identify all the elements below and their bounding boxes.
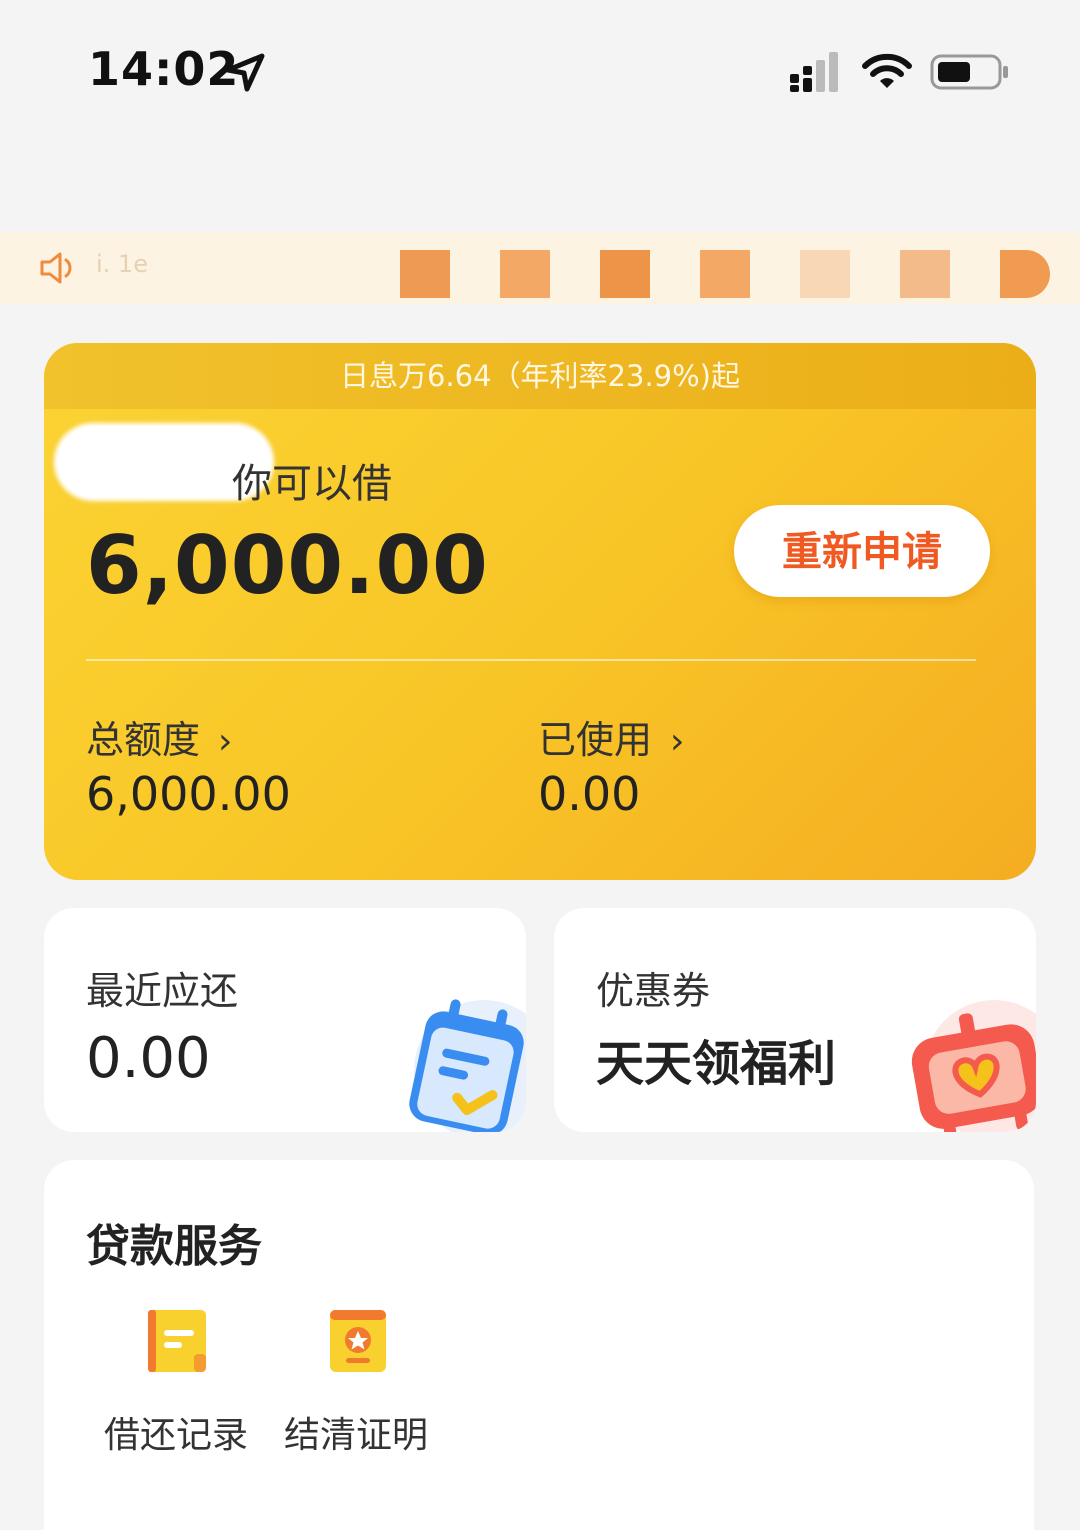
certificate-star-icon [330,1310,386,1372]
status-time: 14:02 [88,42,240,96]
card-divider [86,659,976,661]
announcement-text: i. 1e [96,250,148,278]
service-borrow-repay-records[interactable]: 借还记录 [86,1308,266,1458]
total-limit-link[interactable]: 总额度 › [86,709,232,764]
redacted-block [400,250,450,298]
redacted-block [1000,250,1050,298]
total-limit-label: 总额度 [86,718,201,762]
loan-services-title: 贷款服务 [86,1221,262,1272]
redacted-block [500,250,550,298]
speaker-icon [40,252,72,284]
service-label: 结清证明 [283,1415,428,1456]
record-book-icon [148,1310,206,1372]
can-borrow-label: 你可以借 [232,461,392,507]
heart-gift-icon [911,1000,1036,1132]
credit-limit-card: 日息万6.64（年利率23.9%)起 你可以借 6,000.00 重新申请 总额… [44,343,1036,880]
used-amount-label: 已使用 [538,718,653,762]
loan-services-section: 贷款服务 借还记录 结清证明 [44,1160,1034,1530]
announcement-bar[interactable]: i. 1e [0,232,1080,304]
calendar-check-icon [409,999,526,1132]
redacted-block [800,250,850,298]
cellular-signal-icon [790,52,838,92]
chevron-right-icon: › [670,721,685,762]
coupon-slogan: 天天领福利 [596,1036,837,1092]
used-amount-link[interactable]: 已使用 › [538,709,684,764]
redacted-block [700,250,750,298]
wifi-icon [862,53,912,88]
recent-repayment-card[interactable]: 最近应还 0.00 [44,908,526,1132]
redacted-block [900,250,950,298]
recent-repayment-title: 最近应还 [86,969,239,1013]
chevron-right-icon: › [218,721,233,762]
reapply-button[interactable]: 重新申请 [734,505,990,597]
location-arrow-icon [225,53,265,92]
service-settlement-certificate[interactable]: 结清证明 [266,1308,446,1458]
loan-home-screen: 14:02 i. 1e 日息万6.64（年利率23.9%)起 你可以借 6,00… [0,0,1080,1530]
total-limit-value: 6,000.00 [86,767,291,821]
available-amount: 6,000.00 [86,519,489,612]
status-bar: 14:02 [0,0,1080,140]
coupon-card[interactable]: 优惠券 天天领福利 [554,908,1036,1132]
used-amount-value: 0.00 [538,767,641,821]
coupon-title: 优惠券 [596,969,711,1013]
recent-repayment-value: 0.00 [86,1026,211,1091]
interest-rate-banner: 日息万6.64（年利率23.9%)起 [44,343,1036,409]
redacted-block [600,250,650,298]
battery-icon [930,54,1008,90]
service-label: 借还记录 [103,1415,248,1456]
